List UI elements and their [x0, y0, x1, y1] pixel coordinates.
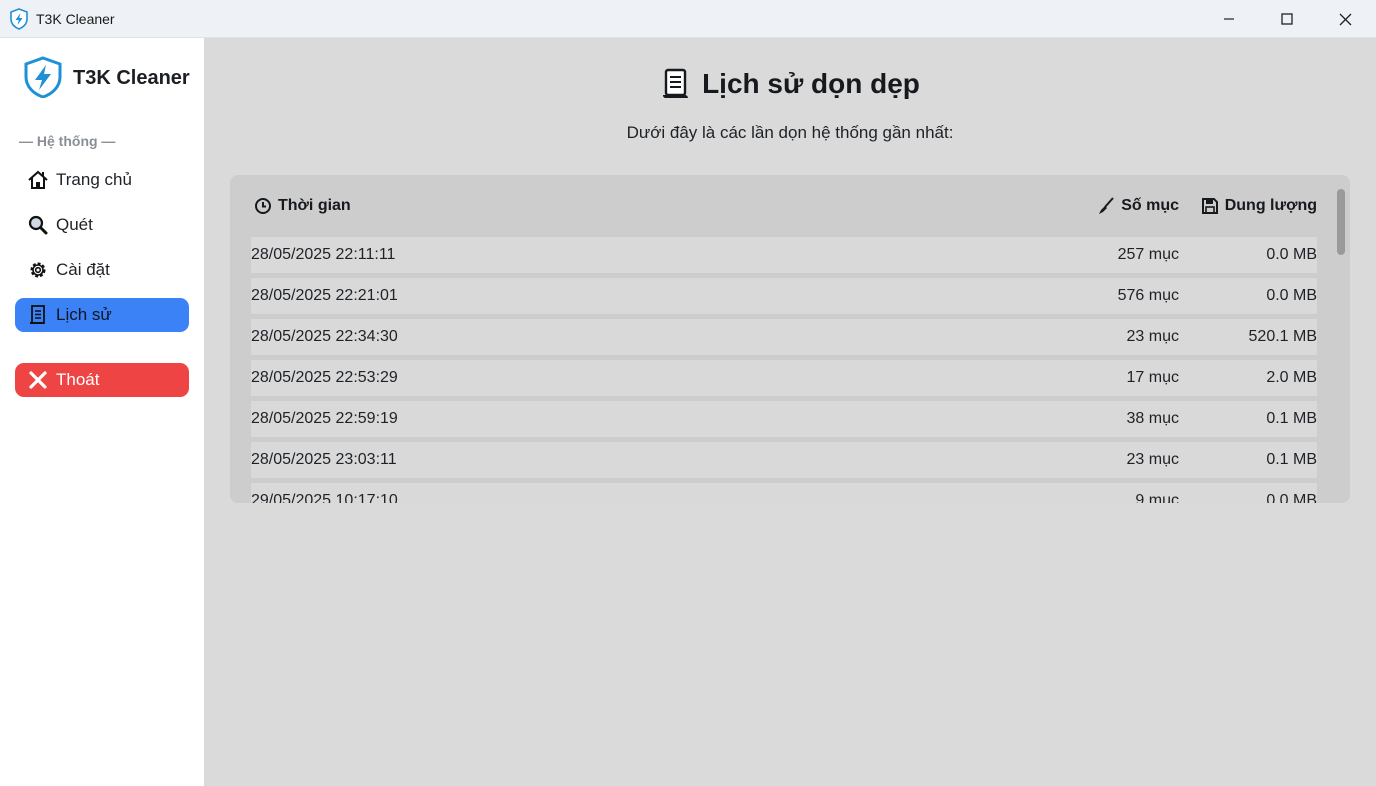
sidebar-item-history[interactable]: Lịch sử	[15, 298, 189, 332]
page-title: Lịch sử dọn dẹp	[204, 68, 1376, 100]
cell-count: 17 mục	[1126, 369, 1179, 386]
page-title-text: Lịch sử dọn dẹp	[702, 68, 920, 99]
cell-time: 28/05/2025 22:59:19	[251, 410, 398, 427]
section-label: — Hệ thống —	[19, 133, 116, 149]
cell-count: 23 mục	[1126, 328, 1179, 345]
cell-size: 0.1 MB	[1266, 410, 1317, 427]
gear-icon	[27, 259, 49, 281]
table-scrollbar[interactable]	[1337, 189, 1345, 255]
cell-time: 28/05/2025 23:03:11	[251, 451, 397, 468]
cell-size: 0.0 MB	[1266, 492, 1317, 503]
column-header-size: Dung lượng	[1201, 197, 1317, 215]
cell-count: 576 mục	[1117, 287, 1179, 304]
maximize-button[interactable]	[1258, 0, 1316, 38]
cell-size: 2.0 MB	[1266, 369, 1317, 386]
close-icon	[1339, 13, 1351, 25]
table-row[interactable]: 28/05/2025 22:11:11 257 mục 0.0 MB	[251, 237, 1317, 273]
sidebar-item-label: Cài đặt	[56, 260, 110, 279]
exit-label: Thoát	[56, 370, 100, 389]
cell-count: 23 mục	[1126, 451, 1179, 468]
brand-name: T3K Cleaner	[73, 67, 190, 89]
app-shield-icon	[10, 8, 28, 30]
sidebar-item-home[interactable]: Trang chủ	[15, 163, 189, 197]
page-subtitle: Dưới đây là các lần dọn hệ thống gần nhấ…	[626, 123, 954, 142]
sidebar-item-label: Trang chủ	[56, 170, 132, 189]
minimize-icon	[1224, 18, 1234, 20]
window-title: T3K Cleaner	[36, 11, 115, 27]
table-row[interactable]: 28/05/2025 22:53:29 17 mục 2.0 MB	[251, 360, 1317, 396]
cell-size: 0.0 MB	[1266, 246, 1317, 263]
x-mark-icon	[27, 369, 49, 391]
cell-size: 0.1 MB	[1266, 451, 1317, 468]
logo-shield-icon	[24, 56, 62, 98]
floppy-disk-icon	[1201, 198, 1218, 214]
cell-time: 28/05/2025 22:21:01	[251, 287, 398, 304]
history-table: Thời gian Số mục Dung lượng 28/05/2025 2…	[230, 175, 1350, 503]
maximize-icon	[1281, 13, 1293, 25]
cell-time: 28/05/2025 22:34:30	[251, 328, 398, 345]
table-row[interactable]: 29/05/2025 10:17:10 9 mục 0.0 MB	[251, 483, 1317, 503]
house-icon	[27, 169, 49, 191]
cell-count: 9 mục	[1135, 492, 1179, 503]
table-body[interactable]: 28/05/2025 22:11:11 257 mục 0.0 MB 28/05…	[251, 237, 1317, 503]
cell-count: 38 mục	[1126, 410, 1179, 427]
minimize-button[interactable]	[1200, 0, 1258, 38]
sidebar-item-settings[interactable]: Cài đặt	[15, 253, 189, 287]
magnifier-icon	[27, 214, 49, 236]
close-button[interactable]	[1316, 0, 1374, 38]
scroll-icon	[27, 304, 49, 326]
table-row[interactable]: 28/05/2025 22:59:19 38 mục 0.1 MB	[251, 401, 1317, 437]
column-header-count: Số mục	[1097, 197, 1179, 215]
exit-button[interactable]: Thoát	[15, 363, 189, 397]
broom-icon	[1099, 197, 1114, 214]
table-row[interactable]: 28/05/2025 22:34:30 23 mục 520.1 MB	[251, 319, 1317, 355]
clock-icon	[255, 198, 271, 214]
cell-time: 29/05/2025 10:17:10	[251, 492, 398, 503]
cell-time: 28/05/2025 22:53:29	[251, 369, 398, 386]
table-header: Thời gian Số mục Dung lượng	[251, 175, 1317, 237]
sidebar-item-label: Lịch sử	[56, 305, 112, 324]
title-bar: T3K Cleaner	[0, 0, 1376, 38]
column-header-time: Thời gian	[254, 197, 351, 215]
sidebar-item-scan[interactable]: Quét	[15, 208, 189, 242]
scroll-icon	[663, 68, 689, 98]
sidebar: T3K Cleaner — Hệ thống — Trang chủ Quét …	[0, 38, 204, 786]
cell-time: 28/05/2025 22:11:11	[251, 246, 396, 263]
cell-count: 257 mục	[1117, 246, 1179, 263]
table-row[interactable]: 28/05/2025 23:03:11 23 mục 0.1 MB	[251, 442, 1317, 478]
table-row[interactable]: 28/05/2025 22:21:01 576 mục 0.0 MB	[251, 278, 1317, 314]
cell-size: 520.1 MB	[1248, 328, 1317, 345]
cell-size: 0.0 MB	[1266, 287, 1317, 304]
sidebar-item-label: Quét	[56, 215, 93, 234]
main-content: Lịch sử dọn dẹp Dưới đây là các lần dọn …	[204, 38, 1376, 786]
